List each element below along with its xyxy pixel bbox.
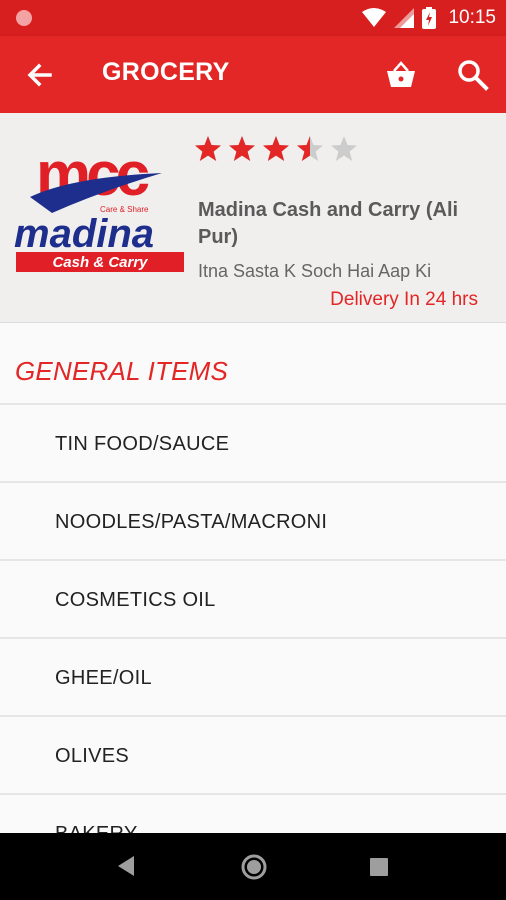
battery-icon <box>422 7 437 29</box>
system-nav-bar <box>0 833 506 900</box>
star-icon <box>331 136 357 161</box>
category-label: GHEE/OIL <box>55 667 152 689</box>
star-icon <box>195 136 221 161</box>
category-item[interactable]: GHEE/OIL <box>0 639 506 717</box>
category-label: OLIVES <box>55 745 130 767</box>
category-list: TIN FOOD/SAUCE NOODLES/PASTA/MACRONI COS… <box>0 405 506 873</box>
category-item[interactable]: OLIVES <box>0 717 506 795</box>
notification-dot-icon <box>16 10 32 26</box>
store-rating <box>194 135 358 163</box>
star-icon <box>263 136 289 161</box>
category-item[interactable]: TIN FOOD/SAUCE <box>0 405 506 483</box>
nav-recent-icon[interactable] <box>370 858 388 876</box>
search-button[interactable] <box>456 58 490 92</box>
logo-brand-main: madina <box>14 212 154 256</box>
status-bar: 10:15 <box>0 0 506 36</box>
store-tagline: Itna Sasta K Soch Hai Aap Ki <box>198 261 432 281</box>
page-title: GROCERY <box>102 58 230 86</box>
category-item[interactable]: NOODLES/PASTA/MACRONI <box>0 483 506 561</box>
signal-icon <box>394 8 415 28</box>
back-arrow-icon <box>27 63 52 87</box>
logo-brand-sub: Cash & Carry <box>52 254 148 271</box>
nav-back-icon[interactable] <box>116 855 136 877</box>
category-item[interactable]: COSMETICS OIL <box>0 561 506 639</box>
basket-icon <box>387 61 415 87</box>
status-icons: 10:15 <box>362 6 496 30</box>
status-time: 10:15 <box>448 7 496 28</box>
search-icon <box>458 60 489 91</box>
star-icon <box>297 136 323 161</box>
wifi-icon <box>362 8 387 27</box>
back-button[interactable] <box>22 58 58 94</box>
category-label: COSMETICS OIL <box>55 589 216 611</box>
store-name: Madina Cash and Carry (Ali Pur) <box>198 199 459 248</box>
basket-button[interactable] <box>384 58 418 92</box>
category-label: NOODLES/PASTA/MACRONI <box>55 511 328 533</box>
star-icon <box>229 136 255 161</box>
delivery-info: Delivery In 24 hrs <box>330 289 478 310</box>
nav-home-icon[interactable] <box>240 853 268 881</box>
store-logo: mcc Care & Share madina Cash & Carry <box>14 140 184 272</box>
category-label: TIN FOOD/SAUCE <box>55 433 230 455</box>
app-bar: GROCERY <box>0 36 506 113</box>
store-header[interactable]: mcc Care & Share madina Cash & Carry Mad… <box>0 113 506 323</box>
section-title: GENERAL ITEMS <box>15 356 229 386</box>
